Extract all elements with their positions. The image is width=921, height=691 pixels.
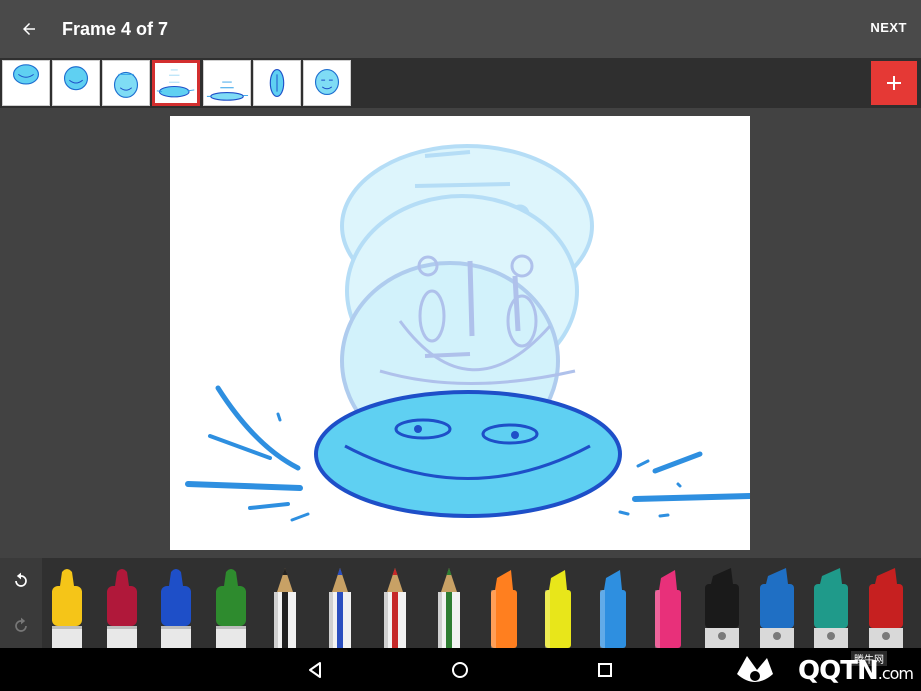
frame-3-preview [113, 71, 139, 98]
chisel-blue-icon [759, 568, 794, 648]
redo-icon [15, 617, 27, 632]
highlighter-blue[interactable] [590, 564, 636, 648]
frame-thumbnail-7[interactable] [303, 60, 351, 106]
nav-recents-icon [598, 663, 612, 677]
frame-7-preview [314, 69, 340, 96]
marker-blue-icon [161, 569, 192, 648]
highlighter-orange[interactable] [481, 564, 527, 648]
frame-thumbnail-2[interactable] [52, 60, 100, 106]
pencil-red-icon [383, 568, 406, 648]
chisel-red[interactable] [863, 564, 909, 648]
undo-redo-panel [0, 558, 42, 648]
drawing-canvas[interactable] [170, 116, 750, 550]
page-title: Frame 4 of 7 [62, 18, 169, 39]
plus-icon [887, 76, 901, 90]
frame-1-preview [12, 64, 40, 85]
watermark-logo [737, 656, 773, 682]
marker-green[interactable] [208, 564, 254, 648]
canvas-drawing [185, 144, 750, 522]
marker-green-icon [215, 569, 246, 648]
back-button[interactable] [0, 0, 58, 58]
watermark-suffix: .com [877, 664, 914, 683]
system-navigation-bar: 腾牛网 QQTN.com [0, 648, 921, 691]
pencil-green[interactable] [426, 564, 472, 648]
undo-button[interactable] [0, 558, 42, 603]
highlighter-blue-icon [600, 570, 626, 648]
marker-yellow[interactable] [44, 564, 90, 648]
nav-home-icon [452, 662, 468, 678]
frame-2-preview [63, 66, 89, 91]
marker-blue[interactable] [153, 564, 199, 648]
marker-crimson-icon [106, 569, 137, 648]
undo-icon [15, 572, 27, 587]
pencil-black[interactable] [262, 564, 308, 648]
watermark-brand: QQTN [798, 656, 879, 686]
frame-thumbnail-1[interactable] [2, 60, 50, 106]
chisel-teal[interactable] [808, 564, 854, 648]
watermark: 腾牛网 QQTN.com [733, 650, 914, 690]
highlighter-orange-icon [490, 570, 517, 648]
watermark-text: QQTN.com [798, 656, 914, 686]
add-frame-button[interactable] [871, 61, 917, 105]
arrow-left-icon [23, 23, 35, 35]
flipbook-editor: Frame 4 of 7 NEXT 腾牛网 QQTN.com [0, 0, 921, 691]
nav-home-button[interactable] [447, 657, 473, 683]
redo-button[interactable] [0, 603, 42, 648]
highlighter-yellow[interactable] [535, 564, 581, 648]
frame-thumbnail-5[interactable] [203, 60, 251, 106]
nav-recents-button[interactable] [592, 657, 618, 683]
marker-yellow-icon [52, 569, 82, 648]
frame-thumbnail-4[interactable] [152, 60, 200, 106]
top-app-bar: Frame 4 of 7 NEXT [0, 0, 921, 58]
pen-toolbar [0, 558, 921, 648]
chisel-teal-icon [814, 568, 849, 648]
chisel-black[interactable] [699, 564, 745, 648]
next-button[interactable]: NEXT [870, 20, 907, 35]
pencil-black-icon [274, 568, 297, 648]
highlighter-pink-icon [654, 570, 681, 648]
nav-back-icon [309, 662, 321, 678]
frame-strip [0, 58, 921, 108]
chisel-black-icon [705, 568, 740, 648]
pencil-red[interactable] [372, 564, 418, 648]
marker-crimson[interactable] [99, 564, 145, 648]
frame-thumbnail-3[interactable] [102, 60, 150, 106]
chisel-blue[interactable] [754, 564, 800, 648]
frame-6-preview [269, 69, 285, 97]
frame-5-preview [206, 81, 249, 101]
pencil-blue[interactable] [317, 564, 363, 648]
highlighter-pink[interactable] [645, 564, 691, 648]
highlighter-yellow-icon [545, 570, 572, 648]
frame-thumbnail-6[interactable] [253, 60, 301, 106]
current-frame-drawing [185, 385, 750, 522]
pencil-blue-icon [329, 568, 351, 648]
nav-back-button[interactable] [302, 657, 328, 683]
pencil-green-icon [438, 568, 461, 648]
frame-4-preview [156, 69, 195, 98]
chisel-red-icon [869, 568, 903, 648]
